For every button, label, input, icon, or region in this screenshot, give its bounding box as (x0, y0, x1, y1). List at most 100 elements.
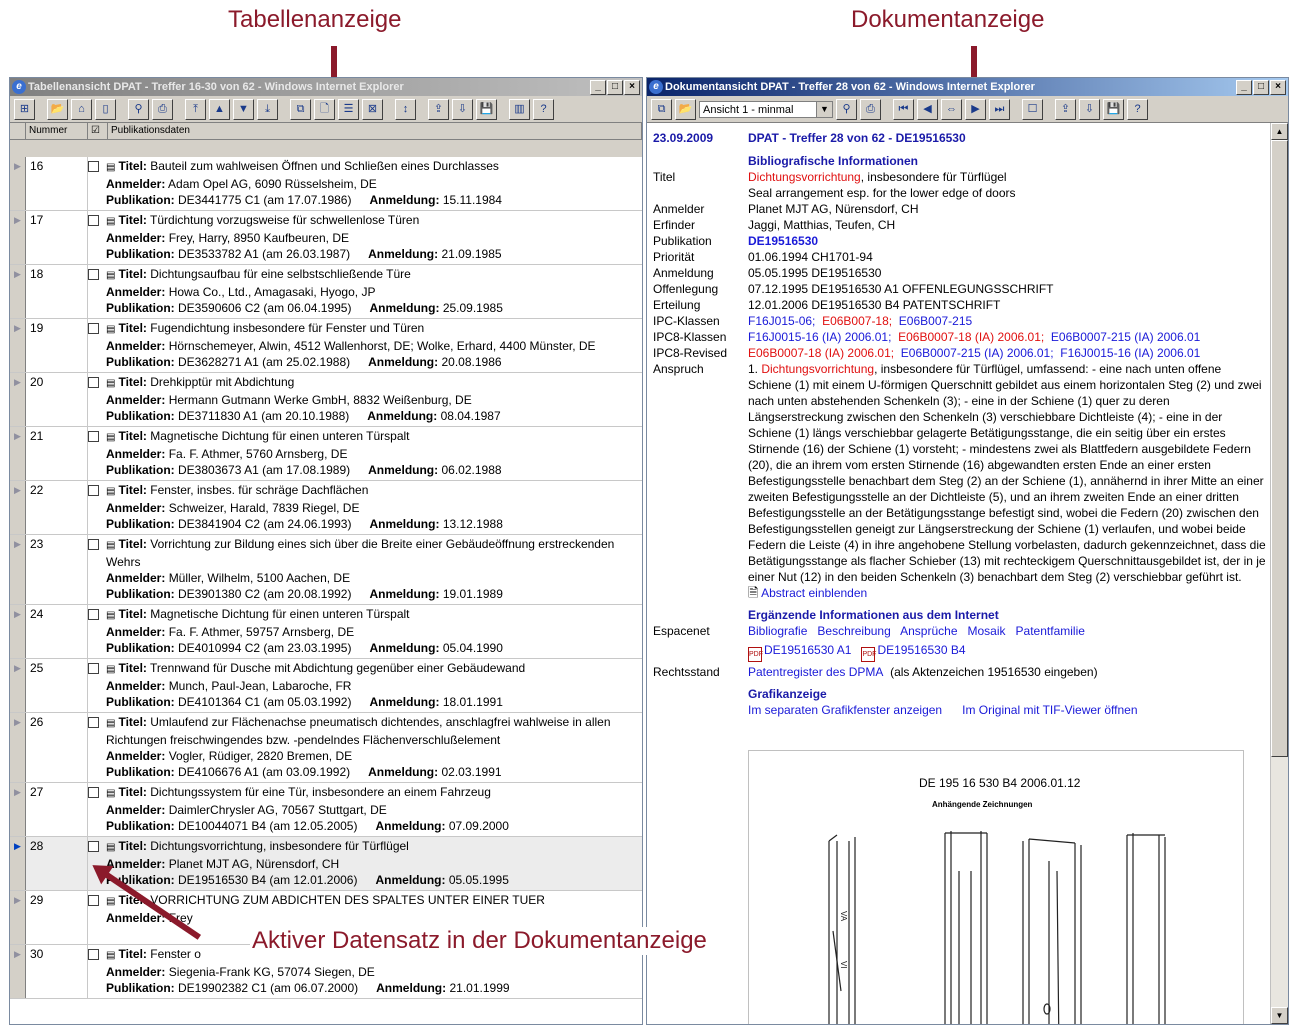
grafik-window-link[interactable]: Im separaten Grafikfenster anzeigen (748, 703, 942, 717)
row-data[interactable]: ▤ Titel: Türdichtung vorzugsweise für sch… (102, 211, 642, 264)
row-checkbox[interactable] (88, 895, 99, 906)
row-data[interactable]: ▤ Titel: Vorrichtung zur Bildung eines si… (102, 535, 642, 604)
table-row[interactable]: ▶ 22 ▤ Titel: Fenster, insbes. für schräge … (10, 481, 642, 535)
minimize-button[interactable]: _ (590, 80, 606, 95)
row-selector[interactable]: ▶ (10, 837, 26, 890)
save-icon[interactable]: 💾 (476, 98, 497, 120)
row-selector[interactable]: ▶ (10, 783, 26, 836)
table-row[interactable]: ▶ 19 ▤ Titel: Fugendichtung insbesondere fü… (10, 319, 642, 373)
binoculars-icon[interactable]: ⚲ (128, 98, 149, 120)
next-record-icon[interactable]: ▶ (965, 98, 986, 120)
ipc-link[interactable]: F16J015-06; (748, 314, 815, 328)
register-link[interactable]: Patentregister des DPMA (748, 665, 883, 679)
chart-icon[interactable]: ▥ (509, 98, 530, 120)
delete-icon[interactable]: ⊠ (362, 98, 383, 120)
import-icon[interactable]: ⇩ (452, 98, 473, 120)
help-icon[interactable]: ? (533, 98, 554, 120)
ipc8-link[interactable]: E06B0007-18 (IA) 2006.01; (898, 330, 1044, 344)
sort-icon[interactable]: ↕ (395, 98, 416, 120)
row-data[interactable]: ▤ Titel: Fenster, insbes. für schräge Dac… (102, 481, 642, 534)
row-selector[interactable]: ▶ (10, 659, 26, 712)
up-icon[interactable]: ▲ (209, 98, 230, 120)
scroll-down-icon[interactable]: ▼ (1271, 1007, 1288, 1024)
document-view-icon[interactable]: 🗋 (314, 98, 335, 120)
ipc8r-link[interactable]: E06B0007-215 (IA) 2006.01; (901, 346, 1054, 360)
maximize-button[interactable]: □ (607, 80, 623, 95)
row-checkbox[interactable] (88, 663, 99, 674)
row-checkbox[interactable] (88, 215, 99, 226)
row-selector[interactable]: ▶ (10, 605, 26, 658)
row-data[interactable]: ▤ Titel: Magnetische Dichtung für einen u… (102, 427, 642, 480)
tif-viewer-link[interactable]: Im Original mit TIF-Viewer öffnen (962, 703, 1137, 717)
ipc8r-link[interactable]: F16J0015-16 (IA) 2006.01 (1060, 346, 1200, 360)
pdf-link[interactable]: DE19516530 B4 (877, 643, 965, 657)
vertical-scrollbar[interactable]: ▲ ▼ (1270, 123, 1288, 1024)
row-selector[interactable]: ▶ (10, 891, 26, 944)
export-icon[interactable]: ⇪ (1055, 98, 1076, 120)
ipc8r-link[interactable]: E06B0007-18 (IA) 2006.01; (748, 346, 894, 360)
maximize-button[interactable]: □ (1253, 80, 1269, 95)
table-row[interactable]: ▶ 18 ▤ Titel: Dichtungsaufbau für eine selb… (10, 265, 642, 319)
espacenet-link[interactable]: Mosaik (968, 624, 1006, 638)
export-icon[interactable]: ⇪ (428, 98, 449, 120)
ipc8-link[interactable]: E06B0007-215 (IA) 2006.01 (1051, 330, 1200, 344)
row-data[interactable]: ▤ Titel: Umlaufend zur Flächenachse pneum… (102, 713, 642, 782)
patent-drawing[interactable]: DE 195 16 530 B4 2006.01.12 Anhängende Z… (748, 750, 1244, 1024)
row-data[interactable]: ▤ Titel: Magnetische Dichtung für einen u… (102, 605, 642, 658)
row-checkbox[interactable] (88, 841, 99, 852)
row-data[interactable]: ▤ Titel: Bauteil zum wahlweisen Öffnen un… (102, 157, 642, 210)
row-checkbox[interactable] (88, 323, 99, 334)
first-icon[interactable]: ⤒ (185, 98, 206, 120)
folder-open-icon[interactable]: 📂 (675, 98, 696, 120)
row-checkbox[interactable] (88, 539, 99, 550)
row-checkbox[interactable] (88, 485, 99, 496)
checkbox-icon[interactable]: ☐ (1022, 98, 1043, 120)
row-data[interactable]: ▤ Titel: Dichtungsaufbau für eine selbsts… (102, 265, 642, 318)
folder-open-icon[interactable]: 📂 (47, 98, 68, 120)
ipc8-link[interactable]: F16J0015-16 (IA) 2006.01; (748, 330, 891, 344)
abstract-link[interactable]: Abstract einblenden (761, 586, 867, 600)
table-row[interactable]: ▶ 16 ▤ Titel: Bauteil zum wahlweisen Öffnen… (10, 157, 642, 211)
row-selector[interactable]: ▶ (10, 945, 26, 998)
row-selector[interactable]: ▶ (10, 211, 26, 264)
table-row[interactable]: ▶ 26 ▤ Titel: Umlaufend zur Flächenachse pn… (10, 713, 642, 783)
last-record-icon[interactable]: ⏭ (989, 98, 1010, 120)
row-data[interactable]: ▤ Titel: Dichtungssystem für eine Tür, in… (102, 783, 642, 836)
ipc-link[interactable]: E06B007-215 (899, 314, 972, 328)
row-selector[interactable]: ▶ (10, 713, 26, 782)
print-icon[interactable]: ⎙ (860, 98, 881, 120)
row-selector[interactable]: ▶ (10, 373, 26, 426)
table-row[interactable]: ▶ 20 ▤ Titel: Drehkipptür mit Abdichtung Anm… (10, 373, 642, 427)
row-selector[interactable]: ▶ (10, 319, 26, 372)
table-row[interactable]: ▶ 27 ▤ Titel: Dichtungssystem für eine Tür,… (10, 783, 642, 837)
table-row[interactable]: ▶ 21 ▤ Titel: Magnetische Dichtung für eine… (10, 427, 642, 481)
espacenet-link[interactable]: Bibliografie (748, 624, 807, 638)
row-data[interactable]: ▤ Titel: Trennwand für Dusche mit Abdicht… (102, 659, 642, 712)
view-select[interactable]: Ansicht 1 - minmal ▼ (699, 100, 833, 118)
down-icon[interactable]: ▼ (233, 98, 254, 120)
document-window-titlebar[interactable]: e Dokumentansicht DPAT - Treffer 28 von 6… (647, 78, 1288, 96)
publication-link[interactable]: DE19516530 (748, 233, 1271, 249)
page-icon[interactable]: ▯ (95, 98, 116, 120)
list-icon[interactable]: ☰ (338, 98, 359, 120)
add-icon[interactable]: ⊞ (14, 98, 35, 120)
scroll-thumb[interactable] (1271, 140, 1288, 757)
scroll-up-icon[interactable]: ▲ (1271, 123, 1288, 140)
close-button[interactable]: × (624, 80, 640, 95)
row-selector[interactable]: ▶ (10, 265, 26, 318)
row-data[interactable]: ▤ Titel: Fugendichtung insbesondere für F… (102, 319, 642, 372)
row-data[interactable]: ▤ Titel: Dichtungsvorrichtung, insbesonde… (102, 837, 642, 890)
row-checkbox[interactable] (88, 377, 99, 388)
row-selector[interactable]: ▶ (10, 427, 26, 480)
close-button[interactable]: × (1270, 80, 1286, 95)
table-row[interactable]: ▶ 24 ▤ Titel: Magnetische Dichtung für eine… (10, 605, 642, 659)
row-data[interactable]: ▤ Titel: Drehkipptür mit Abdichtung Anmeld… (102, 373, 642, 426)
row-selector[interactable]: ▶ (10, 157, 26, 210)
row-checkbox[interactable] (88, 161, 99, 172)
table-row[interactable]: ▶ 25 ▤ Titel: Trennwand für Dusche mit Abdi… (10, 659, 642, 713)
last-icon[interactable]: ⤓ (257, 98, 278, 120)
save-icon[interactable]: 💾 (1103, 98, 1124, 120)
sync-icon[interactable]: ⇔ (941, 98, 962, 120)
espacenet-link[interactable]: Patentfamilie (1016, 624, 1085, 638)
table-row[interactable]: ▶ 17 ▤ Titel: Türdichtung vorzugsweise für … (10, 211, 642, 265)
